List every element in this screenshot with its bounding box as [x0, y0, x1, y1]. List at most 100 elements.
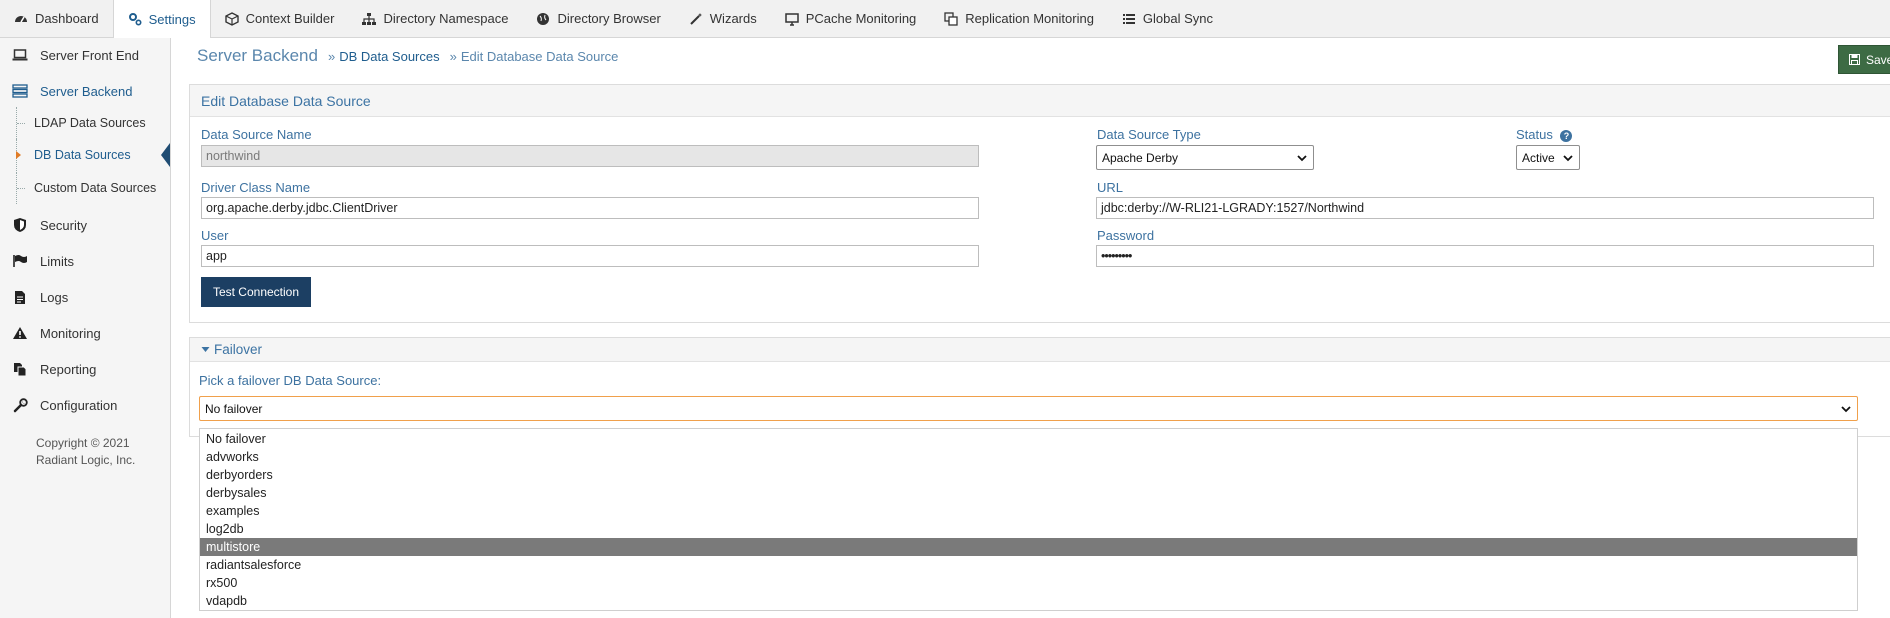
- sidebar-item-label: Limits: [40, 253, 74, 269]
- dropdown-option[interactable]: derbyorders: [200, 466, 1857, 484]
- sidebar-subitem-custom-data-sources[interactable]: Custom Data Sources: [16, 172, 170, 204]
- active-marker-icon: [16, 151, 21, 159]
- failover-pick-label: Pick a failover DB Data Source:: [199, 373, 382, 388]
- user-field[interactable]: app: [201, 245, 979, 267]
- sidebar-item-server-backend[interactable]: Server Backend: [0, 74, 170, 108]
- sidebar-item-security[interactable]: Security: [0, 208, 170, 242]
- status-select[interactable]: Active: [1516, 145, 1580, 170]
- url-field[interactable]: jdbc:derby://W-RLI21-LGRADY:1527/Northwi…: [1096, 197, 1874, 219]
- sidebar-item-configuration[interactable]: Configuration: [0, 388, 170, 422]
- failover-dropdown-list: No failover advworks derbyorders derbysa…: [199, 428, 1858, 611]
- test-connection-button[interactable]: Test Connection: [201, 277, 311, 307]
- dropdown-option-highlighted[interactable]: multistore: [200, 538, 1857, 556]
- gears-icon: [128, 12, 142, 26]
- password-field[interactable]: •••••••••: [1096, 245, 1874, 267]
- dropdown-option[interactable]: vdapdb: [200, 592, 1857, 610]
- sidebar-item-label: Monitoring: [40, 325, 101, 341]
- tab-directory-browser[interactable]: Directory Browser: [522, 0, 674, 37]
- report-icon: [12, 361, 28, 377]
- dropdown-option[interactable]: rx500: [200, 574, 1857, 592]
- copyright-text: Copyright © 2021 Radiant Logic, Inc.: [36, 436, 136, 467]
- sidebar-item-label: Logs: [40, 289, 69, 305]
- save-label: Save: [1866, 52, 1890, 67]
- sidebar-item-label: Server Front End: [40, 47, 139, 63]
- tab-label: Global Sync: [1142, 11, 1214, 26]
- sidebar-item-logs[interactable]: Logs: [0, 280, 170, 314]
- breadcrumb-separator: »: [449, 49, 457, 64]
- failover-title: Failover: [214, 342, 263, 357]
- status-label-wrap: Status ?: [1516, 127, 1573, 142]
- tab-label: Wizards: [709, 11, 757, 26]
- warning-icon: [12, 325, 28, 341]
- tab-dashboard[interactable]: Dashboard: [0, 0, 113, 37]
- failover-panel-header[interactable]: Failover: [190, 338, 1890, 362]
- flag-icon: [12, 253, 28, 269]
- list-icon: [1122, 12, 1136, 26]
- dashboard-icon: [14, 12, 28, 26]
- question-circle-icon[interactable]: ?: [1560, 129, 1573, 142]
- tab-wizards[interactable]: Wizards: [675, 0, 771, 37]
- tab-context-builder[interactable]: Context Builder: [211, 0, 349, 37]
- sidebar-item-label: Configuration: [40, 397, 118, 413]
- sidebar-subitem-label: LDAP Data Sources: [34, 116, 146, 130]
- sidebar-item-limits[interactable]: Limits: [0, 244, 170, 278]
- data-source-name-label: Data Source Name: [201, 127, 312, 142]
- caret-down-icon: [201, 345, 210, 354]
- tab-replication-monitoring[interactable]: Replication Monitoring: [930, 0, 1108, 37]
- driver-class-name-label: Driver Class Name: [201, 180, 311, 195]
- dropdown-option[interactable]: log2db: [200, 520, 1857, 538]
- tab-label: Dashboard: [35, 11, 99, 26]
- laptop-icon: [12, 47, 28, 63]
- replication-icon: [944, 11, 958, 26]
- chevron-down-icon: [1840, 403, 1852, 415]
- dropdown-option[interactable]: examples: [200, 502, 1857, 520]
- file-icon: [12, 289, 28, 305]
- chevron-down-icon: [1562, 152, 1574, 164]
- server-icon: [12, 83, 28, 99]
- sidebar-item-label: Server Backend: [40, 83, 133, 99]
- select-value: No failover: [205, 401, 263, 416]
- panel-title: Edit Database Data Source: [190, 85, 1890, 117]
- driver-class-name-field[interactable]: org.apache.derby.jdbc.ClientDriver: [201, 197, 979, 219]
- sidebar-item-server-front-end[interactable]: Server Front End: [0, 38, 170, 72]
- active-caret-icon: [161, 143, 170, 167]
- status-label: Status: [1516, 127, 1553, 142]
- select-value: Apache Derby: [1102, 150, 1179, 165]
- failover-select[interactable]: No failover: [199, 396, 1858, 421]
- sidebar-subitem-db-data-sources[interactable]: DB Data Sources: [16, 139, 170, 171]
- sidebar-item-reporting[interactable]: Reporting: [0, 352, 170, 386]
- tab-global-sync[interactable]: Global Sync: [1108, 0, 1227, 37]
- breadcrumb-separator: »: [327, 49, 336, 64]
- dropdown-option[interactable]: derbysales: [200, 484, 1857, 502]
- dropdown-option[interactable]: radiantsalesforce: [200, 556, 1857, 574]
- breadcrumb-link-db-data-sources[interactable]: DB Data Sources: [339, 49, 439, 64]
- tab-pcache-monitoring[interactable]: PCache Monitoring: [771, 0, 931, 37]
- chevron-down-icon: [1296, 152, 1308, 164]
- tab-directory-namespace[interactable]: Directory Namespace: [348, 0, 522, 37]
- tab-label: Context Builder: [245, 11, 335, 26]
- failover-panel: Failover: [189, 337, 1890, 437]
- sidebar-subitem-ldap-data-sources[interactable]: LDAP Data Sources: [16, 107, 170, 139]
- url-label: URL: [1097, 180, 1124, 195]
- dropdown-option[interactable]: No failover: [200, 430, 1857, 448]
- breadcrumb-root: Server Backend: [197, 46, 318, 65]
- data-source-type-label: Data Source Type: [1097, 127, 1201, 142]
- breadcrumb: Server Backend » DB Data Sources » Edit …: [197, 46, 618, 70]
- sidebar-item-monitoring[interactable]: Monitoring: [0, 316, 170, 350]
- select-value: Active: [1522, 150, 1555, 165]
- breadcrumb-current: Edit Database Data Source: [460, 49, 619, 64]
- top-navigation: Dashboard Settings Context Builder Direc…: [0, 0, 1890, 38]
- magic-wand-icon: [689, 12, 703, 26]
- tab-settings[interactable]: Settings: [112, 0, 211, 38]
- cube-icon: [224, 11, 239, 26]
- sidebar-item-label: Reporting: [40, 361, 97, 377]
- tab-label: Replication Monitoring: [965, 11, 1094, 26]
- save-button[interactable]: Save: [1838, 45, 1890, 74]
- dropdown-option[interactable]: advworks: [200, 448, 1857, 466]
- globe-icon: [536, 12, 550, 26]
- floppy-disk-icon: [1849, 54, 1860, 65]
- data-source-name-field: northwind: [201, 145, 979, 167]
- data-source-type-select[interactable]: Apache Derby: [1096, 145, 1314, 170]
- sitemap-icon: [362, 12, 377, 26]
- tab-label: Directory Browser: [557, 11, 661, 26]
